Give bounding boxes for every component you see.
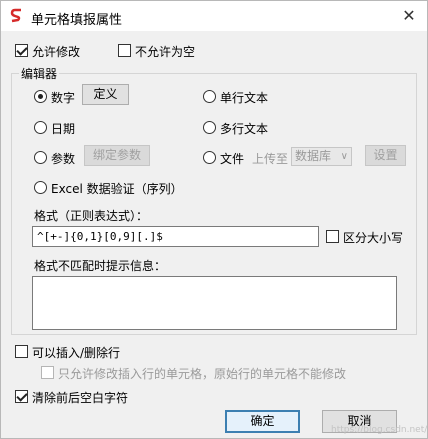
case-sensitive-checkbox[interactable] (326, 230, 339, 243)
mismatch-message-label: 格式不匹配时提示信息： (34, 259, 167, 273)
format-label: 格式（正则表达式）： (34, 209, 149, 223)
editor-legend: 编辑器 (19, 65, 60, 82)
ok-button[interactable]: 确定 (225, 410, 300, 433)
editor-date-label: 日期 (51, 122, 76, 136)
editor-date-radio[interactable] (34, 121, 47, 134)
close-button[interactable]: ✕ (397, 4, 421, 28)
editor-number-radio[interactable] (34, 90, 47, 103)
trim-whitespace-label: 清除前后空白字符 (32, 391, 129, 405)
disallow-empty-checkbox[interactable] (118, 44, 131, 57)
editor-file-radio[interactable] (203, 151, 216, 164)
dialog-title: 单元格填报属性 (31, 13, 123, 28)
close-icon: ✕ (402, 6, 416, 25)
allow-edit-label: 允许修改 (32, 45, 81, 59)
only-inserted-rows-checkbox[interactable] (41, 366, 54, 379)
editor-multi-text-label: 多行文本 (220, 122, 269, 136)
editor-excel-validation-radio[interactable] (34, 181, 47, 194)
upload-settings-button[interactable]: 设置 (365, 145, 406, 166)
upload-to-label: 上传至 (252, 152, 289, 166)
disallow-empty-label: 不允许为空 (135, 45, 196, 59)
bind-param-button[interactable]: 绑定参数 (84, 145, 150, 166)
app-logo-icon (10, 8, 21, 23)
insert-delete-rows-checkbox[interactable] (15, 345, 28, 358)
insert-delete-rows-label: 可以插入/删除行 (32, 346, 121, 360)
editor-excel-validation-label: Excel 数据验证（序列） (51, 182, 183, 196)
upload-target-value: 数据库 (295, 149, 332, 163)
editor-param-label: 参数 (51, 152, 76, 166)
format-regex-input[interactable]: ^[+-]{0,1}[0,9][.]$ (32, 226, 319, 247)
editor-file-label: 文件 (220, 152, 245, 166)
case-sensitive-label: 区分大小写 (343, 231, 404, 245)
mismatch-message-textarea[interactable] (32, 276, 397, 330)
trim-whitespace-checkbox[interactable] (15, 390, 28, 403)
only-inserted-rows-label: 只允许修改插入行的单元格，原始行的单元格不能修改 (58, 367, 347, 381)
editor-single-text-label: 单行文本 (220, 91, 269, 105)
upload-target-select[interactable]: 数据库 ∨ (291, 147, 352, 166)
chevron-down-icon: ∨ (340, 151, 348, 162)
allow-edit-checkbox[interactable] (15, 44, 28, 57)
watermark: https://blog.csdn.net/... (331, 425, 428, 435)
editor-param-radio[interactable] (34, 151, 47, 164)
editor-number-label: 数字 (51, 91, 76, 105)
title-bar: 单元格填报属性 ✕ (1, 1, 427, 31)
editor-multi-text-radio[interactable] (203, 121, 216, 134)
editor-single-text-radio[interactable] (203, 90, 216, 103)
format-regex-value: ^[+-]{0,1}[0,9][.]$ (37, 230, 163, 243)
cell-fill-properties-dialog: 单元格填报属性 ✕ 允许修改 不允许为空 编辑器 数字 定义 单行文本 日期 多… (0, 0, 428, 439)
define-button[interactable]: 定义 (82, 84, 129, 105)
